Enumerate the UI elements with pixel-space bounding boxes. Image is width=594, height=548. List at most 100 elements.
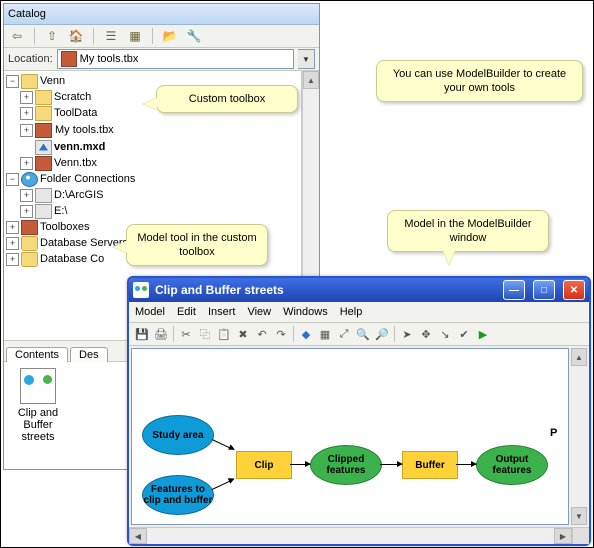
folder-icon bbox=[21, 74, 38, 89]
scroll-up-icon[interactable]: ▲ bbox=[571, 348, 587, 366]
globe-icon bbox=[21, 172, 38, 187]
toolbox-icon bbox=[35, 156, 52, 171]
delete-icon[interactable]: ✖ bbox=[234, 325, 252, 343]
run-icon[interactable]: ▶ bbox=[474, 325, 492, 343]
tree-label[interactable]: Venn bbox=[40, 73, 65, 89]
paste-icon[interactable]: 📋 bbox=[215, 325, 233, 343]
save-icon[interactable]: 💾 bbox=[133, 325, 151, 343]
scroll-track[interactable] bbox=[147, 528, 554, 544]
options-icon[interactable]: 🔧 bbox=[185, 27, 203, 45]
expand-icon[interactable]: + bbox=[6, 237, 19, 250]
tree-label[interactable]: My tools.tbx bbox=[54, 121, 115, 139]
toolbox-icon bbox=[21, 220, 38, 235]
expand-icon[interactable]: + bbox=[20, 124, 33, 137]
location-row: Location: My tools.tbx ▼ bbox=[4, 48, 319, 71]
model-icon bbox=[133, 282, 149, 298]
up-icon[interactable]: ⇧ bbox=[43, 27, 61, 45]
model-tool-name: Clip and Buffer streets bbox=[10, 407, 66, 443]
tree-label[interactable]: ToolData bbox=[54, 105, 97, 121]
connector bbox=[212, 479, 234, 490]
view-tile-icon[interactable]: ▦ bbox=[126, 27, 144, 45]
tree-label[interactable]: Folder Connections bbox=[40, 171, 135, 187]
catalog-title-text: Catalog bbox=[8, 8, 46, 20]
location-label: Location: bbox=[8, 53, 53, 65]
menu-edit[interactable]: Edit bbox=[177, 306, 196, 318]
mb-titlebar[interactable]: Clip and Buffer streets — □ ✕ bbox=[129, 278, 589, 302]
expand-icon[interactable]: + bbox=[20, 107, 33, 120]
close-button[interactable]: ✕ bbox=[563, 280, 585, 300]
tree-label[interactable]: E:\ bbox=[54, 203, 67, 219]
database-icon bbox=[21, 236, 38, 251]
menu-insert[interactable]: Insert bbox=[208, 306, 236, 318]
node-input[interactable]: Study area bbox=[142, 415, 214, 455]
menu-help[interactable]: Help bbox=[340, 306, 363, 318]
location-value: My tools.tbx bbox=[80, 53, 139, 65]
open-icon[interactable]: 📂 bbox=[161, 27, 179, 45]
tree-label[interactable]: Toolboxes bbox=[40, 219, 90, 235]
node-output[interactable]: Clipped features bbox=[310, 445, 382, 485]
node-tool[interactable]: Clip bbox=[236, 451, 292, 479]
view-list-icon[interactable]: ☰ bbox=[102, 27, 120, 45]
menu-model[interactable]: Model bbox=[135, 306, 165, 318]
tree-label[interactable]: Venn.tbx bbox=[54, 155, 97, 171]
node-output[interactable]: Output features bbox=[476, 445, 548, 485]
model-tool-item[interactable]: Clip and Buffer streets bbox=[10, 368, 66, 463]
pan-icon[interactable]: ✥ bbox=[417, 325, 435, 343]
print-icon[interactable]: 🖨 bbox=[152, 325, 170, 343]
tree-label[interactable]: Scratch bbox=[54, 89, 91, 105]
folder-icon bbox=[35, 90, 52, 105]
scroll-left-icon[interactable]: ◀ bbox=[129, 528, 147, 544]
collapse-icon[interactable]: − bbox=[6, 173, 19, 186]
folder-icon bbox=[35, 106, 52, 121]
tree-label[interactable]: venn.mxd bbox=[54, 139, 105, 155]
cut-icon[interactable]: ✂ bbox=[177, 325, 195, 343]
undo-icon[interactable]: ↶ bbox=[253, 325, 271, 343]
tree-label[interactable]: Database Co bbox=[40, 251, 104, 267]
expand-icon[interactable]: + bbox=[6, 221, 19, 234]
maximize-button[interactable]: □ bbox=[533, 280, 555, 300]
auto-layout-icon[interactable]: ▦ bbox=[316, 325, 334, 343]
home-icon[interactable]: 🏠 bbox=[67, 27, 85, 45]
expand-icon[interactable]: + bbox=[20, 205, 33, 218]
connect-icon[interactable]: ↘ bbox=[436, 325, 454, 343]
mb-menubar: Model Edit Insert View Windows Help bbox=[129, 302, 589, 323]
collapse-icon[interactable]: − bbox=[6, 75, 19, 88]
scroll-track[interactable] bbox=[571, 366, 587, 507]
connector bbox=[212, 439, 234, 450]
validate-icon[interactable]: ✔ bbox=[455, 325, 473, 343]
resize-grip[interactable] bbox=[572, 528, 589, 544]
redo-icon[interactable]: ↷ bbox=[272, 325, 290, 343]
expand-icon[interactable]: + bbox=[6, 253, 19, 266]
add-data-icon[interactable]: ◆ bbox=[297, 325, 315, 343]
scroll-down-icon[interactable]: ▼ bbox=[571, 507, 587, 525]
mb-canvas[interactable]: Study area Features to clip and buffer C… bbox=[131, 348, 569, 525]
menu-windows[interactable]: Windows bbox=[283, 306, 328, 318]
tab-description[interactable]: Des bbox=[70, 347, 108, 362]
location-dropdown[interactable]: ▼ bbox=[298, 49, 315, 69]
node-tool[interactable]: Buffer bbox=[402, 451, 458, 479]
location-input[interactable]: My tools.tbx bbox=[57, 49, 294, 69]
mb-vscrollbar[interactable]: ▲ ▼ bbox=[571, 348, 587, 525]
tab-contents[interactable]: Contents bbox=[6, 347, 68, 362]
select-icon[interactable]: ➤ bbox=[398, 325, 416, 343]
zoom-out-icon[interactable]: 🔎 bbox=[373, 325, 391, 343]
full-extent-icon[interactable]: ⤢ bbox=[335, 325, 353, 343]
scroll-right-icon[interactable]: ▶ bbox=[554, 528, 572, 544]
menu-view[interactable]: View bbox=[247, 306, 271, 318]
back-icon[interactable]: ⇦ bbox=[8, 27, 26, 45]
modelbuilder-window: Clip and Buffer streets — □ ✕ Model Edit… bbox=[127, 276, 591, 546]
scroll-up-icon[interactable]: ▲ bbox=[303, 71, 319, 89]
expand-icon[interactable]: + bbox=[20, 157, 33, 170]
copy-icon[interactable]: ⿻ bbox=[196, 325, 214, 343]
catalog-titlebar: Catalog bbox=[4, 4, 319, 25]
toolbox-icon bbox=[35, 123, 52, 138]
node-input[interactable]: Features to clip and buffer bbox=[142, 475, 214, 515]
minimize-button[interactable]: — bbox=[503, 280, 525, 300]
tree-label[interactable]: D:\ArcGIS bbox=[54, 187, 104, 203]
zoom-in-icon[interactable]: 🔍 bbox=[354, 325, 372, 343]
expand-icon[interactable]: + bbox=[20, 189, 33, 202]
connector bbox=[380, 464, 402, 465]
mb-toolbar: 💾 🖨 ✂ ⿻ 📋 ✖ ↶ ↷ ◆ ▦ ⤢ 🔍 🔎 ➤ ✥ ↘ ✔ ▶ bbox=[129, 323, 589, 346]
expand-icon[interactable]: + bbox=[20, 91, 33, 104]
mb-hscrollbar[interactable]: ◀ ▶ bbox=[129, 528, 572, 544]
